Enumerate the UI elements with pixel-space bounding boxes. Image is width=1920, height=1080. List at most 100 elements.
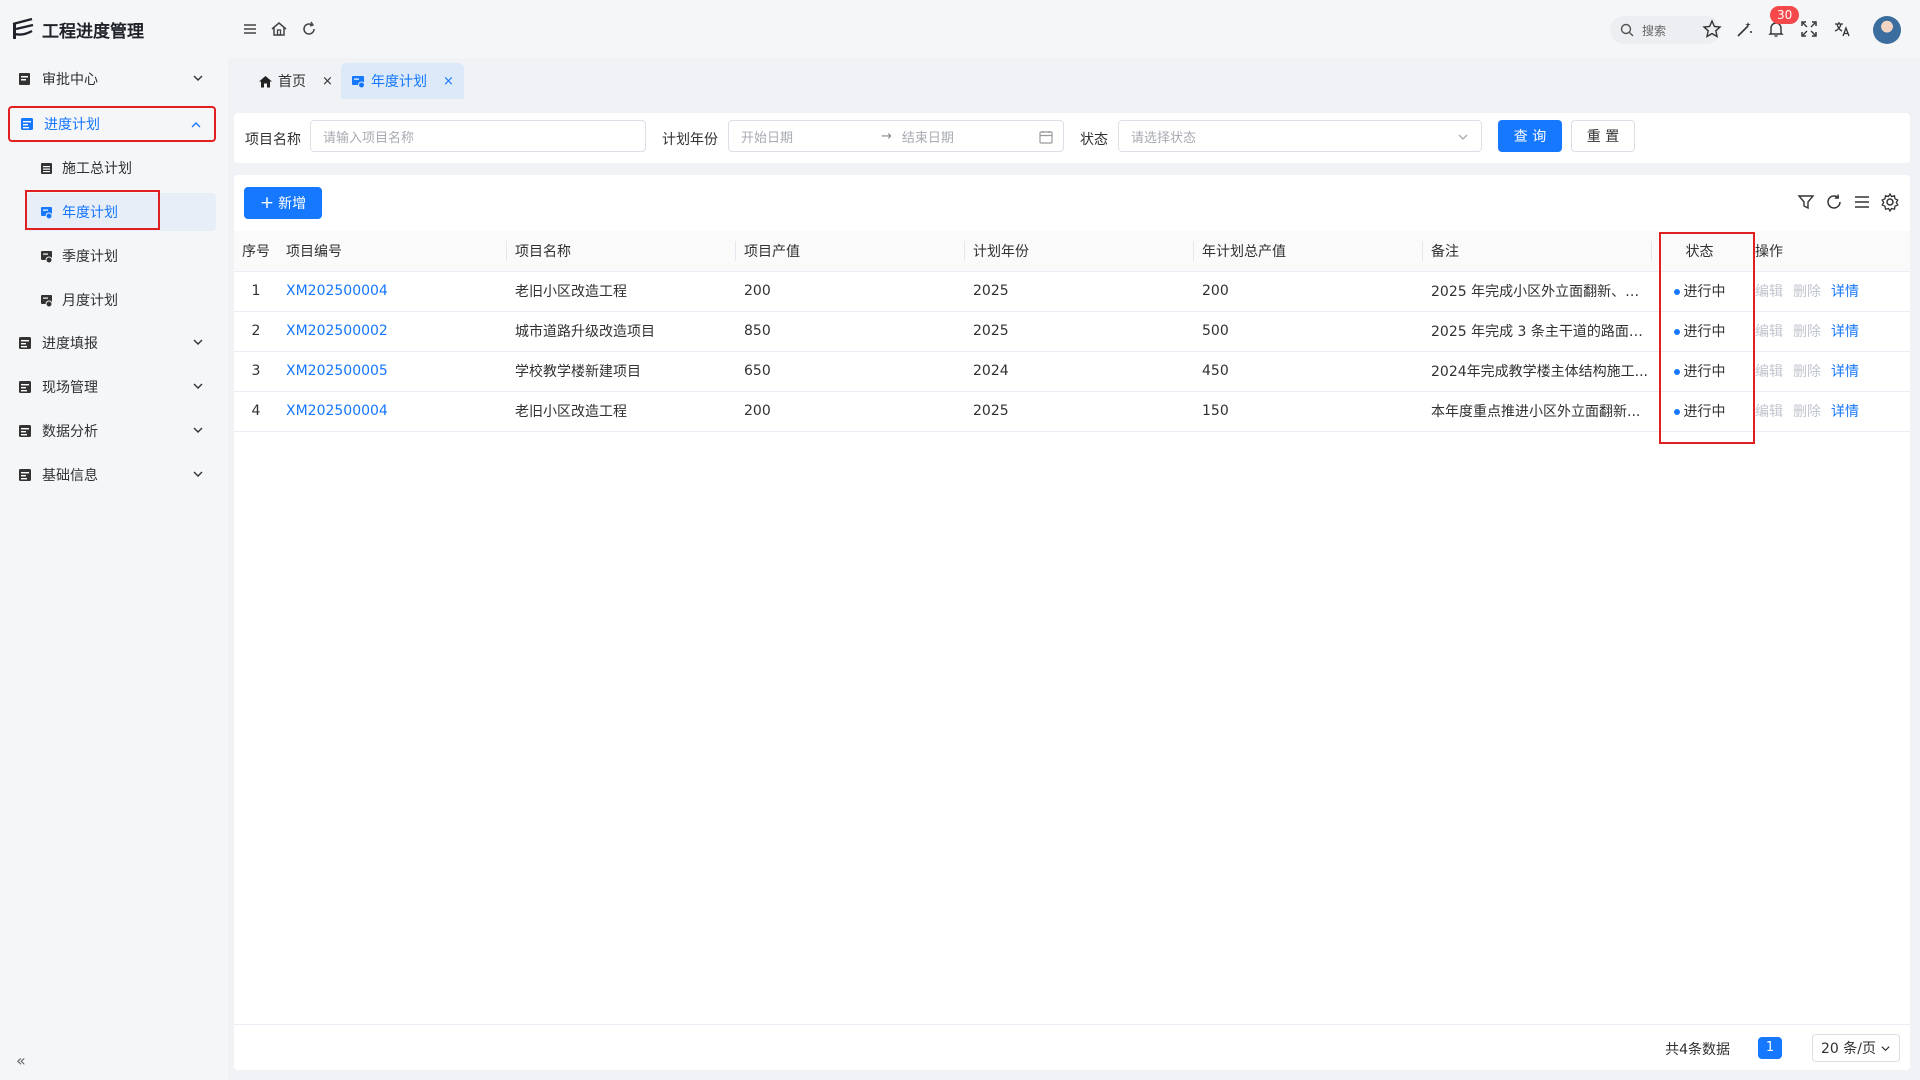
plan-icon [41,206,53,219]
list-icon [41,162,52,174]
cell-annual-total: 450 [1194,351,1423,392]
home-icon [259,75,272,87]
chevron-down-icon [193,471,203,477]
delete-button[interactable]: 删除 [1793,284,1821,300]
page-size-select[interactable]: 20 条/页 [1812,1034,1900,1062]
delete-button[interactable]: 删除 [1793,364,1821,380]
status-dot-icon [1673,369,1680,375]
submenu-construction-plan[interactable]: 施工总计划 [26,149,216,187]
magic-wand-icon[interactable] [1734,19,1754,39]
cell-annual-total: 500 [1194,311,1423,352]
plan-icon [352,75,365,88]
submenu-label: 年度计划 [62,205,118,221]
close-icon[interactable]: × [322,74,333,89]
cell-project-name: 老旧小区改造工程 [507,391,736,432]
menu-toggle-icon[interactable] [240,19,260,39]
density-icon[interactable] [1852,192,1872,212]
col-header-label: 项目产值 [744,243,800,260]
cell-project-name: 老旧小区改造工程 [507,271,736,312]
gear-icon[interactable] [1880,192,1900,212]
tab-home[interactable]: 首页 × [248,63,343,99]
project-code-link[interactable]: XM202500004 [286,403,388,419]
submenu-label: 月度计划 [62,293,118,309]
sidebar-item-label: 进度填报 [42,336,98,352]
tab-annual-plan[interactable]: 年度计划 × [341,63,464,99]
plan-year-label: 计划年份 [662,132,718,148]
sidebar-item-data-analysis[interactable]: 数据分析 [8,413,216,449]
collapse-sidebar-button[interactable]: « [16,1051,26,1070]
sidebar-item-schedule-plan[interactable]: 进度计划 [8,106,216,142]
submenu-label: 季度计划 [62,249,118,265]
query-button[interactable]: 查 询 [1498,120,1562,152]
data-table: 序号 项目编号 项目名称 项目产值 计划年份 年计划总产值 备注 状态 操作 1… [234,231,1910,432]
edit-button[interactable]: 编辑 [1755,404,1783,420]
filter-panel: 项目名称 请输入项目名称 计划年份 开始日期 → 结束日期 状态 请选择状态 查… [234,113,1910,163]
cell-project-code: XM202500005 [278,351,507,392]
calendar-icon [1039,131,1053,144]
cell-project-name: 学校教学楼新建项目 [507,351,736,392]
sidebar-item-basic-info[interactable]: 基础信息 [8,457,216,493]
cell-index: 1 [234,271,278,312]
detail-button[interactable]: 详情 [1831,324,1859,340]
sidebar-item-site-management[interactable]: 现场管理 [8,369,216,405]
status-dot-icon [1673,329,1680,335]
date-range-input[interactable]: 开始日期 → 结束日期 [728,120,1064,152]
star-icon[interactable] [1702,19,1722,39]
project-code-link[interactable]: XM202500004 [286,283,388,299]
status-text: 进行中 [1683,324,1726,340]
cell-remark: 2025 年完成 3 条主干道的路面拓... [1423,311,1652,352]
edit-button[interactable]: 编辑 [1755,364,1783,380]
cell-index: 2 [234,311,278,352]
fullscreen-icon[interactable] [1799,19,1819,39]
edit-button[interactable]: 编辑 [1755,324,1783,340]
tab-label: 年度计划 [371,74,427,90]
status-dot-icon [1673,409,1680,415]
status-placeholder: 请选择状态 [1131,130,1197,146]
submenu-monthly-plan[interactable]: 月度计划 [26,281,216,319]
page-number-current[interactable]: 1 [1758,1037,1782,1059]
chevron-down-icon [193,75,203,81]
project-name-input[interactable]: 请输入项目名称 [310,120,646,152]
refresh-icon[interactable] [299,19,319,39]
status-select[interactable]: 请选择状态 [1118,120,1482,152]
detail-button[interactable]: 详情 [1831,404,1859,420]
close-icon[interactable]: × [443,74,454,89]
chevron-down-icon [193,339,203,345]
translate-icon[interactable] [1832,19,1852,39]
cell-annual-total: 200 [1194,271,1423,312]
approval-icon [19,73,30,85]
start-date-placeholder: 开始日期 [741,130,794,146]
project-code-link[interactable]: XM202500005 [286,363,388,379]
status-text: 进行中 [1683,404,1726,420]
edit-button[interactable]: 编辑 [1755,284,1783,300]
submenu-annual-plan[interactable]: 年度计划 [26,193,216,231]
delete-button[interactable]: 删除 [1793,404,1821,420]
cell-status: 进行中 [1652,391,1747,432]
chevron-down-icon [193,383,203,389]
reset-button[interactable]: 重 置 [1571,120,1635,152]
app-logo: 工程进度管理 [0,0,228,58]
detail-button[interactable]: 详情 [1831,364,1859,380]
add-button[interactable]: + 新增 [244,187,322,219]
cell-index: 3 [234,351,278,392]
sidebar-item-label: 基础信息 [42,468,98,484]
end-date-placeholder: 结束日期 [901,130,954,146]
cell-project-value: 200 [736,271,965,312]
submenu-quarter-plan[interactable]: 季度计划 [26,237,216,275]
user-avatar[interactable] [1873,16,1901,44]
sidebar-item-progress-report[interactable]: 进度填报 [8,325,216,361]
chevron-down-icon [193,427,203,433]
chevron-up-icon [191,122,201,128]
project-code-link[interactable]: XM202500002 [286,323,388,339]
refresh-icon[interactable] [1824,192,1844,212]
logo-icon [12,17,34,39]
status-label: 状态 [1080,132,1108,148]
delete-button[interactable]: 删除 [1793,324,1821,340]
detail-button[interactable]: 详情 [1831,284,1859,300]
sidebar-item-label: 进度计划 [44,117,100,133]
plus-icon: + [259,193,275,213]
sidebar-item-approval[interactable]: 审批中心 [8,61,216,97]
cell-status: 进行中 [1652,351,1747,392]
filter-icon[interactable] [1796,192,1816,212]
home-icon[interactable] [269,19,289,39]
